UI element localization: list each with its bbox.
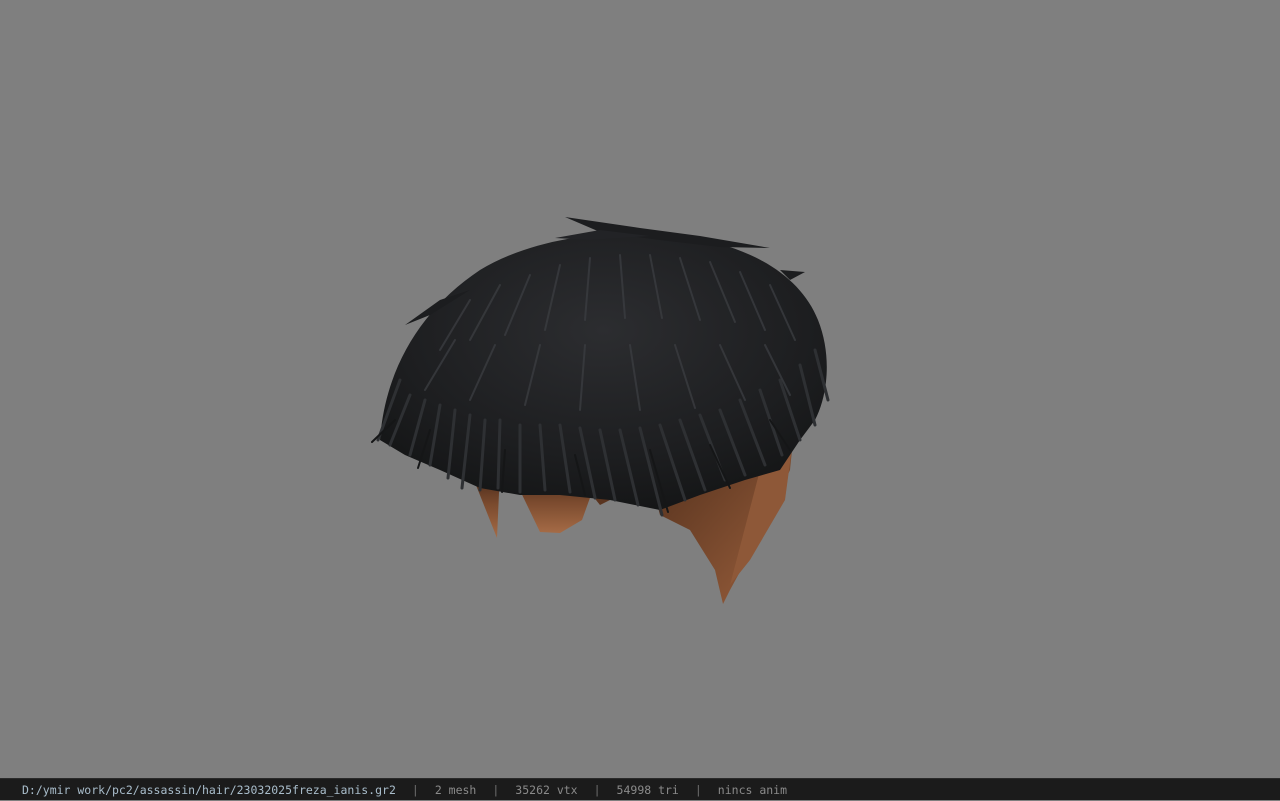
mesh-count: 2 mesh bbox=[434, 783, 477, 797]
hair-model bbox=[371, 217, 830, 604]
animation-status: nincs anim bbox=[717, 783, 788, 797]
vertex-count: 35262 vtx bbox=[515, 783, 578, 797]
separator: | bbox=[411, 783, 419, 797]
hair-mass bbox=[380, 217, 827, 511]
file-path: D:/ymir work/pc2/assassin/hair/23032025f… bbox=[22, 783, 396, 797]
status-bar: D:/ymir work/pc2/assassin/hair/23032025f… bbox=[0, 778, 1280, 800]
separator: | bbox=[694, 783, 702, 797]
triangle-count: 54998 tri bbox=[616, 783, 679, 797]
3d-viewport[interactable] bbox=[0, 0, 1280, 778]
separator: | bbox=[593, 783, 601, 797]
separator: | bbox=[492, 783, 500, 797]
